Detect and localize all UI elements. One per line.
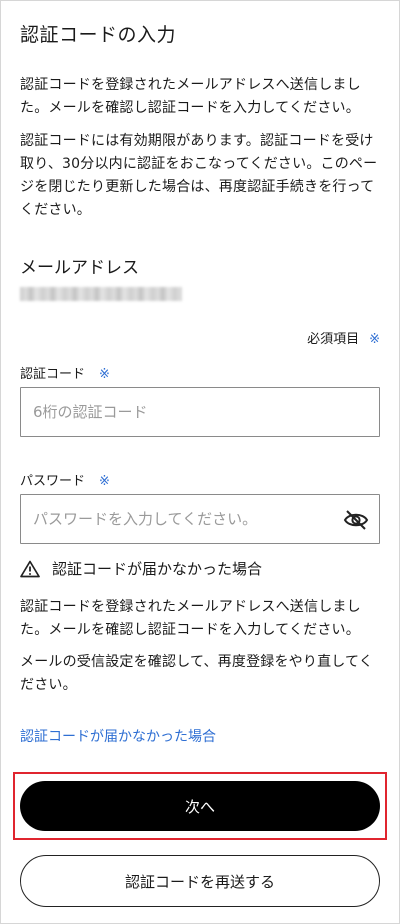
code-field-label: 認証コード ※ xyxy=(20,363,110,382)
password-input[interactable] xyxy=(21,495,333,543)
password-label-text: パスワード xyxy=(20,474,86,489)
required-note: 必須項目 ※ xyxy=(307,328,380,347)
masked-email-value xyxy=(20,287,182,301)
password-field-label: パスワード ※ xyxy=(20,470,110,489)
code-not-received-link[interactable]: 認証コードが届かなかった場合 xyxy=(20,726,216,746)
code-input-box xyxy=(20,387,380,437)
code-input[interactable] xyxy=(21,388,333,436)
help-text-1: 認証コードを登録されたメールアドレスへ送信しました。メールを確認し認証コードを入… xyxy=(20,599,361,638)
help-heading-row: 認証コードが届かなかった場合 xyxy=(20,558,262,579)
required-note-label: 必須項目 xyxy=(307,332,360,347)
email-label: メールアドレス xyxy=(20,258,139,278)
code-required-mark: ※ xyxy=(99,367,110,382)
code-label-text: 認証コード xyxy=(20,367,86,382)
page-title: 認証コードの入力 xyxy=(20,24,177,46)
password-input-box xyxy=(20,494,380,544)
intro-text: 認証コードを登録されたメールアドレスへ送信しました。メールを確認し認証コードを入… xyxy=(20,77,361,116)
validity-text: 認証コードには有効期限があります。認証コードを受け取り、30分以内に認証をおこな… xyxy=(20,133,378,218)
help-heading: 認証コードが届かなかった場合 xyxy=(52,560,263,578)
required-mark: ※ xyxy=(369,332,380,347)
next-button[interactable]: 次へ xyxy=(20,781,380,831)
warning-icon xyxy=(20,560,40,577)
resend-code-button[interactable]: 認証コードを再送する xyxy=(20,855,380,907)
eye-off-icon[interactable] xyxy=(343,509,369,531)
help-text-2: メールの受信設定を確認して、再度登録をやり直してください。 xyxy=(20,654,374,693)
password-required-mark: ※ xyxy=(99,474,110,489)
